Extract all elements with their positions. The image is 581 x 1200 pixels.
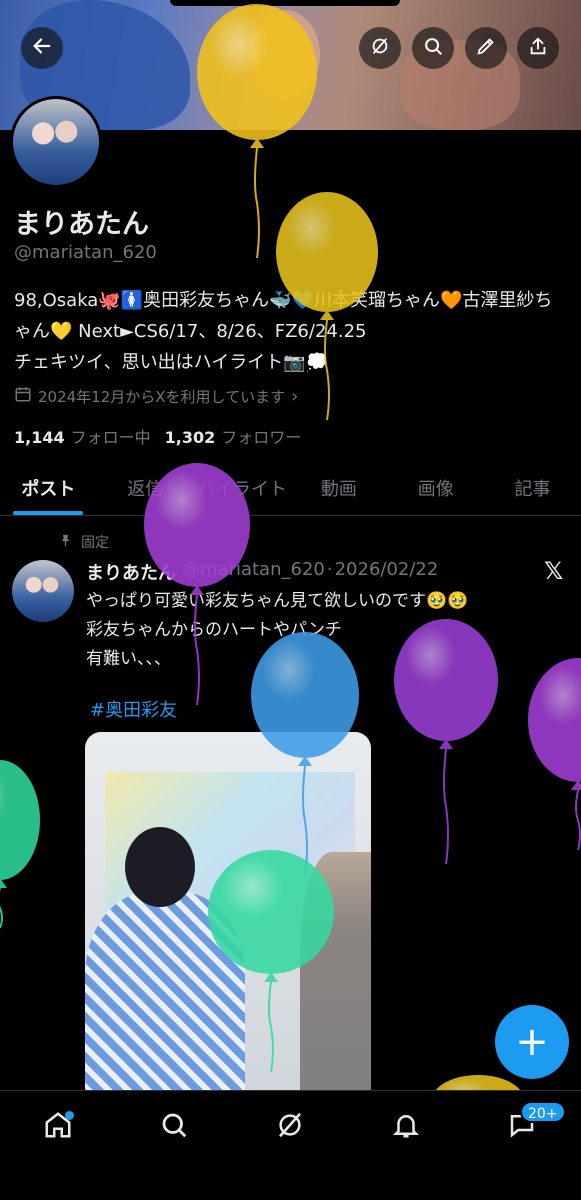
post-handle[interactable]: @mariatan_620 bbox=[182, 559, 325, 585]
balloon-7 bbox=[0, 760, 40, 929]
profile-avatar[interactable] bbox=[10, 96, 102, 188]
following-count: 1,144 bbox=[14, 428, 65, 447]
joined-text: 2024年12月からXを利用しています bbox=[38, 387, 286, 406]
tab-images[interactable]: 画像 bbox=[387, 462, 484, 515]
back-button[interactable] bbox=[21, 27, 63, 69]
tab-replies[interactable]: 返信 bbox=[97, 462, 194, 515]
balloon-6 bbox=[528, 658, 581, 851]
profile-bio: 98,Osaka🐙🚺奥田彩友ちゃん🐳💙川本笑瑠ちゃん🧡古澤里紗ちゃん💛 Next… bbox=[14, 290, 553, 373]
pen-icon bbox=[475, 35, 497, 61]
compose-button[interactable]: + bbox=[495, 1005, 569, 1079]
following-label: フォロー中 bbox=[70, 428, 151, 447]
pinned-indicator: 固定 bbox=[58, 532, 109, 552]
grok-icon bbox=[369, 35, 391, 61]
status-notch bbox=[170, 0, 400, 6]
tab-articles[interactable]: 記事 bbox=[484, 462, 581, 515]
post-author[interactable]: まりあたん bbox=[86, 559, 176, 585]
share-icon bbox=[527, 35, 549, 61]
x-logo-icon: 𝕏 bbox=[544, 557, 564, 585]
post-date[interactable]: 2026/02/22 bbox=[335, 559, 439, 585]
grok-nav-icon bbox=[275, 1110, 305, 1144]
bottom-navigation bbox=[0, 1090, 581, 1200]
post-header: まりあたん @mariatan_620 · 2026/02/22 bbox=[86, 559, 438, 585]
messages-badge: 20+ bbox=[520, 1101, 566, 1123]
explore-icon bbox=[159, 1110, 189, 1144]
tab-highlights[interactable]: ハイライト bbox=[194, 462, 291, 515]
followers-label: フォロワー bbox=[221, 428, 302, 447]
nav-grok[interactable] bbox=[272, 1109, 308, 1145]
pin-icon bbox=[58, 533, 73, 552]
grok-button[interactable] bbox=[359, 27, 401, 69]
calendar-icon bbox=[14, 385, 32, 407]
back-arrow-icon bbox=[31, 35, 53, 61]
tab-videos[interactable]: 動画 bbox=[290, 462, 387, 515]
followers-count: 1,302 bbox=[164, 428, 216, 447]
chevron-right-icon: › bbox=[291, 385, 299, 407]
post-avatar[interactable] bbox=[12, 560, 74, 622]
post-separator: · bbox=[326, 559, 333, 580]
followers-link[interactable]: 1,302 フォロワー bbox=[165, 424, 302, 448]
post-media-image[interactable] bbox=[85, 732, 371, 1102]
nav-notifications[interactable] bbox=[388, 1109, 424, 1145]
tab-posts[interactable]: ポスト bbox=[0, 462, 97, 515]
edit-button[interactable] bbox=[465, 27, 507, 69]
profile-name: まりあたん bbox=[14, 209, 149, 240]
nav-search[interactable] bbox=[156, 1109, 192, 1145]
search-button[interactable] bbox=[412, 27, 454, 69]
bell-icon bbox=[391, 1110, 421, 1144]
nav-home[interactable] bbox=[40, 1109, 76, 1145]
profile-handle: @mariatan_620 bbox=[14, 242, 157, 263]
post-text: やっぱり可愛い彩友ちゃん見て欲しいのです🥹🥹 彩友ちゃんからのハートやパンチ 有… bbox=[86, 591, 469, 669]
post-hashtag[interactable]: #奥田彩友 bbox=[90, 696, 177, 722]
pinned-label: 固定 bbox=[81, 535, 109, 551]
share-button[interactable] bbox=[517, 27, 559, 69]
search-icon bbox=[422, 35, 444, 61]
following-link[interactable]: 1,144 フォロー中 bbox=[14, 424, 151, 448]
follow-stats: 1,144 フォロー中 1,302 フォロワー bbox=[14, 424, 301, 448]
joined-date[interactable]: 2024年12月からXを利用しています › bbox=[14, 385, 298, 407]
notification-dot bbox=[65, 1111, 74, 1120]
profile-tabs: ポスト 返信 ハイライト 動画 画像 記事 bbox=[0, 462, 581, 516]
